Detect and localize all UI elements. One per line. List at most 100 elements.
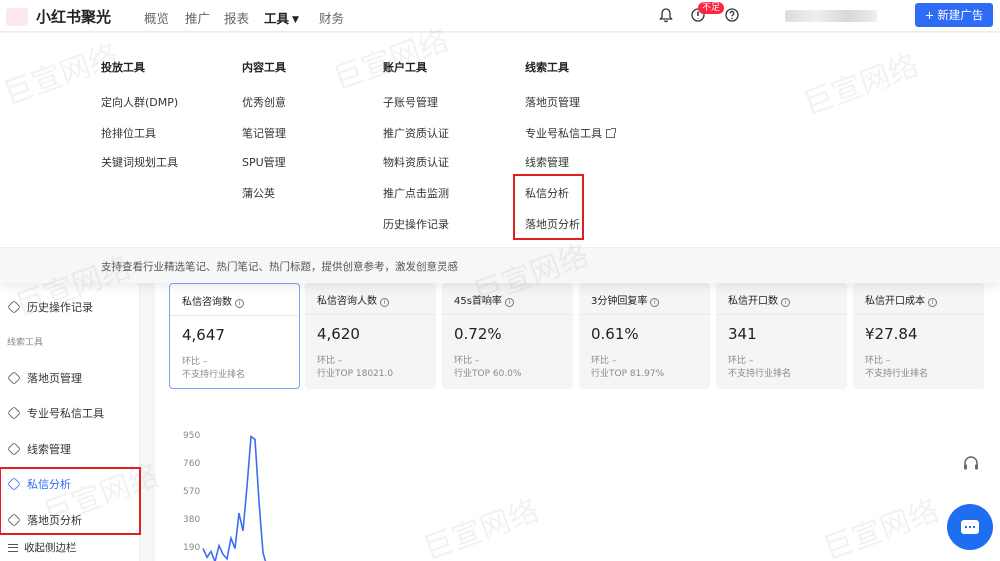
sidebar-item-dm-tool[interactable]: 专业号私信工具	[7, 405, 104, 421]
kpi-rank: 不支持行业排名	[728, 369, 792, 379]
dropdown-hint-bar: 支持查看行业精选笔记、热门笔记、热门标题，提供创意参考，激发创意灵感	[0, 247, 1000, 283]
series-line[interactable]	[202, 434, 275, 561]
kpi-card[interactable]: 私信开口成本 i ¥27.84 环比 – 不支持行业排名	[853, 283, 984, 389]
y-tick-label: 760	[183, 459, 200, 469]
dd-link-history[interactable]: 历史操作记录	[383, 216, 449, 232]
dd-link-dmp[interactable]: 定向人群(DMP)	[101, 94, 178, 110]
account-name-blurred[interactable]	[785, 10, 877, 22]
kpi-mom: 环比 –	[591, 356, 617, 366]
dd-link-spu[interactable]: SPU管理	[242, 154, 286, 170]
new-ad-button[interactable]: + 新建广告	[915, 3, 993, 27]
nav-tools-label: 工具	[264, 11, 290, 26]
kpi-mom: 环比 –	[454, 356, 480, 366]
headset-icon[interactable]	[962, 455, 980, 473]
trend-chart[interactable]: 950 760 570 380 190	[155, 423, 395, 561]
kpi-mom: 环比 –	[865, 356, 891, 366]
sidebar-item-label: 专业号私信工具	[27, 407, 104, 420]
kpi-rank: 不支持行业排名	[182, 370, 246, 380]
collapse-label: 收起侧边栏	[24, 542, 77, 554]
kpi-label-text: 私信咨询人数	[317, 296, 377, 307]
sidebar-item-landing-page[interactable]: 落地页管理	[7, 370, 82, 386]
dd-link-click-monitor[interactable]: 推广点击监测	[383, 185, 449, 201]
dd-link-keyword-tool[interactable]: 关键词规划工具	[101, 154, 178, 170]
menu-icon	[7, 442, 21, 456]
dd-link-notes[interactable]: 笔记管理	[242, 125, 286, 141]
nav-tools[interactable]: 工具 ▼	[264, 8, 299, 27]
kpi-label-text: 3分钟回复率	[591, 296, 648, 307]
dd-link-landing-page[interactable]: 落地页管理	[525, 94, 580, 110]
dd-heading-content-tools: 内容工具	[242, 61, 286, 74]
chat-icon	[961, 520, 979, 534]
dd-link-dm-tool-label: 专业号私信工具	[525, 127, 602, 140]
dd-link-rank-tool[interactable]: 抢排位工具	[101, 125, 156, 141]
kpi-card[interactable]: 私信开口数 i 341 环比 – 不支持行业排名	[716, 283, 847, 389]
kpi-mom: 环比 –	[728, 356, 754, 366]
nav-finance[interactable]: 财务	[319, 8, 344, 27]
plus-icon: +	[924, 8, 935, 22]
sidebar-item-leads[interactable]: 线索管理	[7, 441, 71, 457]
info-icon[interactable]: i	[504, 298, 514, 307]
main-panel: 私信咨询数 i 4,647 环比 – 不支持行业排名 私信咨询人数 i 4,620 …	[155, 283, 1000, 561]
info-icon[interactable]: i	[235, 299, 244, 308]
info-icon[interactable]: i	[380, 298, 389, 307]
dd-link-creative[interactable]: 优秀创意	[242, 94, 286, 110]
kpi-rank: 行业TOP 18021.0	[317, 369, 394, 379]
nav-reports[interactable]: 报表	[224, 8, 249, 27]
kpi-rank: 行业TOP 60.0%	[454, 369, 522, 379]
kpi-card[interactable]: 45s首响率 i 0.72% 环比 – 行业TOP 60.0%	[442, 283, 573, 389]
highlight-box	[513, 174, 584, 240]
kpi-label-text: 私信开口成本	[865, 296, 925, 307]
y-tick-label: 190	[183, 543, 200, 553]
y-tick-label: 380	[183, 515, 200, 525]
bell-icon[interactable]	[658, 7, 674, 23]
balance-badge: 不足	[698, 2, 725, 14]
nav-promotion[interactable]: 推广	[185, 8, 210, 27]
dd-heading-ad-tools: 投放工具	[101, 61, 145, 74]
menu-icon	[7, 300, 21, 314]
sidebar-item-label: 线索管理	[27, 443, 71, 456]
kpi-mom: 环比 –	[182, 357, 208, 367]
kpi-label-text: 私信开口数	[728, 296, 778, 307]
dd-link-dm-tool[interactable]: 专业号私信工具	[525, 125, 616, 141]
dd-link-subaccount[interactable]: 子账号管理	[383, 94, 438, 110]
y-tick-label: 950	[183, 431, 200, 441]
kpi-card[interactable]: 3分钟回复率 i 0.61% 环比 – 行业TOP 81.97%	[579, 283, 710, 389]
dd-heading-lead-tools: 线索工具	[525, 61, 569, 74]
kpi-value: ¥27.84	[865, 325, 918, 343]
kpi-mom: 环比 –	[317, 356, 343, 366]
collapse-sidebar-button[interactable]: 收起侧边栏	[8, 540, 77, 555]
dd-link-pugongying[interactable]: 蒲公英	[242, 185, 275, 201]
dropdown-hint-text: 支持查看行业精选笔记、热门笔记、热门标题，提供创意参考，激发创意灵感	[101, 261, 458, 273]
kpi-label: 私信咨询数 i	[182, 293, 244, 308]
dd-link-leads[interactable]: 线索管理	[525, 154, 569, 170]
highlight-box	[0, 467, 141, 535]
chat-support-button[interactable]	[947, 504, 993, 550]
info-icon[interactable]: i	[650, 298, 660, 307]
help-icon[interactable]	[724, 7, 740, 23]
kpi-label-text: 私信咨询数	[182, 297, 232, 308]
kpi-label-text: 45s首响率	[454, 296, 502, 307]
brand-name[interactable]: 小红书聚光	[36, 6, 111, 27]
tools-dropdown: 投放工具 定向人群(DMP) 抢排位工具 关键词规划工具 内容工具 优秀创意 笔…	[0, 33, 1000, 283]
dd-link-promo-qualification[interactable]: 推广资质认证	[383, 125, 449, 141]
y-tick-label: 570	[183, 487, 200, 497]
new-ad-label: 新建广告	[937, 8, 984, 22]
sidebar-item-label: 落地页管理	[27, 372, 82, 385]
external-link-icon	[606, 128, 616, 138]
kpi-card[interactable]: 私信咨询数 i 4,647 环比 – 不支持行业排名	[169, 283, 300, 389]
info-icon[interactable]: i	[781, 298, 790, 307]
kpi-value: 4,647	[182, 326, 225, 344]
menu-icon	[7, 406, 21, 420]
top-nav: 小红书聚光 概览 推广 报表 工具 ▼ 财务 不足 + 新建广告	[0, 0, 1000, 32]
chevron-down-icon: ▼	[292, 15, 299, 25]
dd-link-material-qualification[interactable]: 物料资质认证	[383, 154, 449, 170]
sidebar-item-history[interactable]: 历史操作记录	[7, 299, 93, 315]
info-icon[interactable]: i	[928, 298, 937, 307]
left-sidebar: 历史操作记录 线索工具 落地页管理 专业号私信工具 线索管理 私信分析 落地页分…	[0, 283, 141, 561]
sidebar-item-label: 历史操作记录	[27, 301, 93, 314]
kpi-card[interactable]: 私信咨询人数 i 4,620 环比 – 行业TOP 18021.0	[305, 283, 436, 389]
kpi-rank: 行业TOP 81.97%	[591, 369, 665, 379]
nav-overview[interactable]: 概览	[144, 8, 169, 27]
collapse-icon	[8, 543, 18, 552]
menu-icon	[7, 371, 21, 385]
